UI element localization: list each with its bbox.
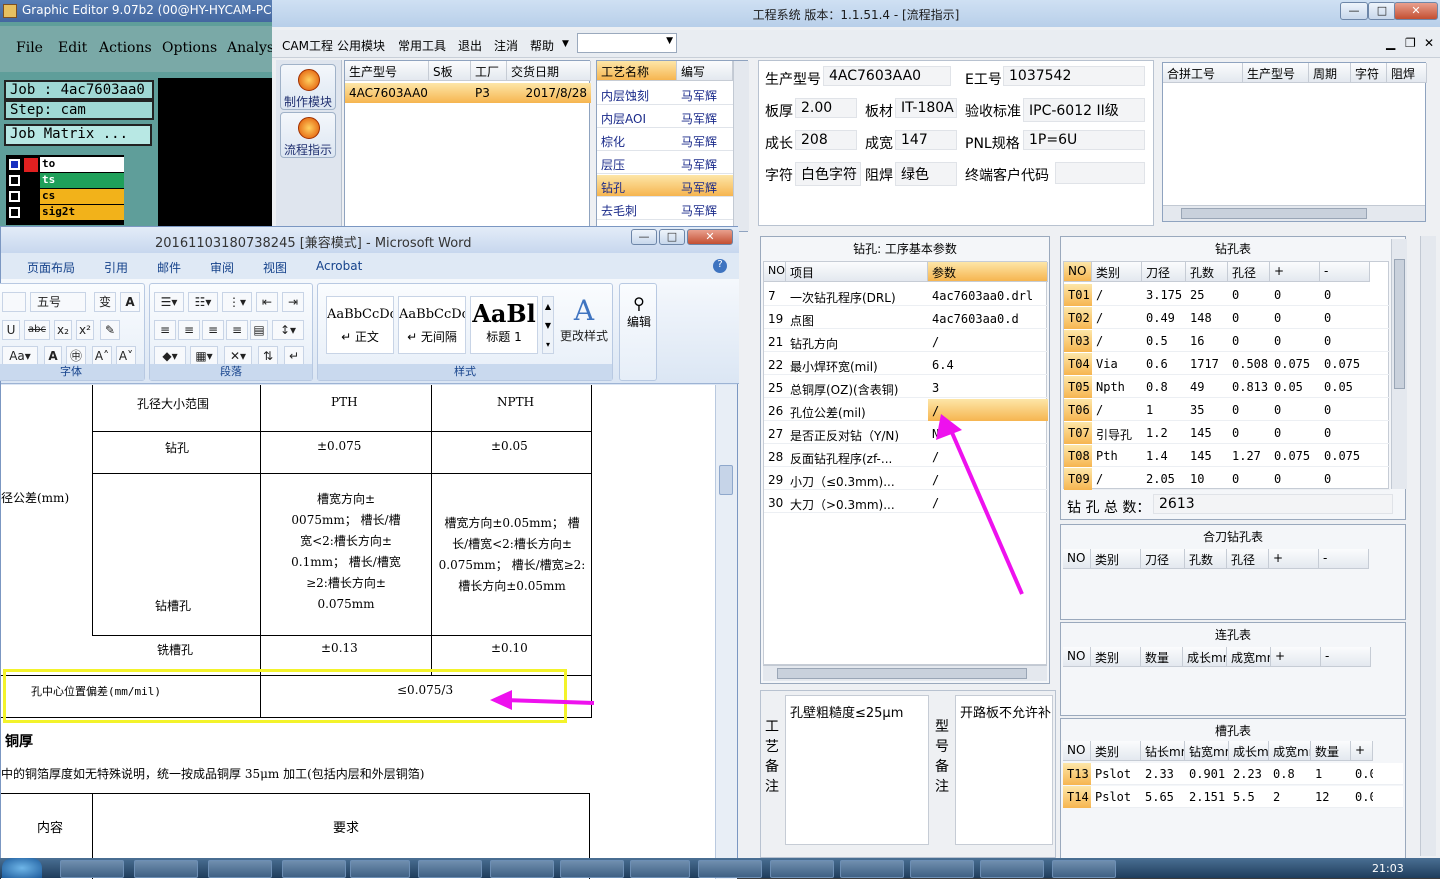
taskbar: 21:03 [0,858,1440,878]
clock: 21:03 [1372,862,1404,875]
taskbar-item[interactable] [840,860,904,878]
taskbar-item[interactable] [1052,860,1116,878]
taskbar-item[interactable] [770,860,834,878]
taskbar-item[interactable] [910,860,974,878]
taskbar-item[interactable] [980,860,1044,878]
taskbar-item[interactable] [60,860,124,878]
taskbar-item[interactable] [490,860,554,878]
start-button[interactable] [2,858,42,878]
taskbar-item[interactable] [208,860,272,878]
taskbar-item[interactable] [134,860,198,878]
taskbar-item[interactable] [560,860,624,878]
taskbar-item[interactable] [698,860,762,878]
taskbar-item[interactable] [630,860,690,878]
taskbar-item[interactable] [282,860,346,878]
annotation-arrows [490,414,1024,710]
taskbar-item[interactable] [350,860,410,878]
taskbar-item[interactable] [418,860,482,878]
